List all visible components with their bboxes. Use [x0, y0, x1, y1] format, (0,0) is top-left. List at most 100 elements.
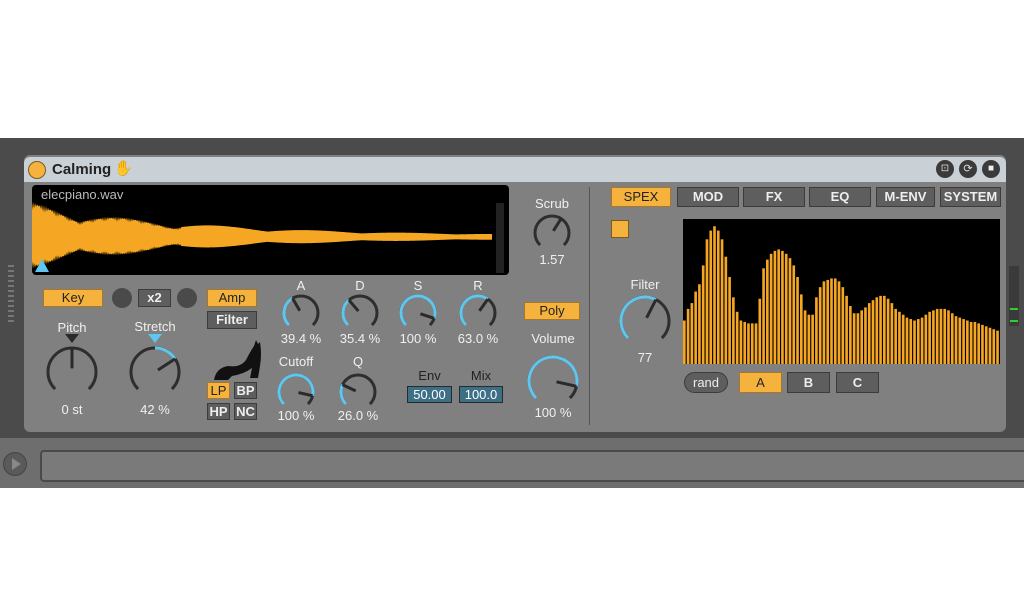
hand-icon: ✋ — [114, 160, 133, 177]
device-title: Calming — [52, 161, 112, 178]
s-indicator — [419, 312, 435, 320]
env-label: Env — [418, 368, 441, 383]
stretch-label: Stretch — [134, 319, 176, 334]
filter-value: 77 — [637, 350, 653, 365]
map-icon[interactable]: ⊡ — [936, 160, 954, 178]
r-indicator — [478, 298, 490, 312]
spectrum-bar — [705, 239, 709, 364]
spectrum-bar — [898, 311, 901, 364]
spectrum-bar — [796, 277, 799, 364]
spex-enable-toggle[interactable] — [611, 220, 629, 238]
spectrum-bar — [799, 294, 803, 364]
rack-grip[interactable] — [8, 265, 14, 323]
level-meter — [1009, 266, 1019, 326]
spectrum-bar — [890, 303, 894, 364]
spectrum-bar — [943, 308, 947, 364]
hot-swap-icon[interactable]: ⟳ — [959, 160, 977, 178]
spectrum-bar — [860, 310, 864, 364]
preset-c-button[interactable]: C — [836, 372, 879, 393]
key-button[interactable]: Key — [43, 289, 103, 307]
spectrum-bar — [984, 326, 988, 364]
toggle-left[interactable] — [112, 288, 132, 308]
hp-button[interactable]: HP — [207, 403, 230, 420]
amp-button[interactable]: Amp — [207, 289, 257, 307]
clip-bar[interactable] — [40, 450, 1024, 482]
scrub-label: Scrub — [535, 196, 569, 211]
cutoff-indicator — [298, 391, 313, 398]
spectrum-bar — [935, 308, 939, 364]
spectrum-bar — [928, 311, 931, 364]
playhead-marker-icon[interactable] — [35, 259, 49, 272]
x2-button[interactable]: x2 — [138, 289, 171, 307]
spectrum-bar — [909, 319, 913, 364]
play-button[interactable] — [3, 452, 27, 476]
cutoff-knob[interactable] — [275, 371, 317, 413]
stretch-marker-icon — [148, 334, 162, 343]
spectrum-bar — [758, 298, 762, 364]
s-knob[interactable] — [397, 292, 439, 334]
tab-mod[interactable]: MOD — [677, 187, 739, 207]
q-knob[interactable] — [337, 371, 379, 413]
spectrum-bar — [735, 311, 739, 364]
d-knob[interactable] — [339, 292, 381, 334]
filter-label: Filter — [630, 277, 660, 292]
mix-field[interactable]: 100.0 — [459, 386, 503, 403]
spectrum-bar — [845, 295, 848, 364]
spectrum-bar — [962, 319, 965, 364]
pitch-knob[interactable] — [44, 344, 100, 400]
spectrum-bar — [747, 323, 750, 364]
spectrum-bar — [988, 327, 992, 364]
spectrum-bar — [686, 308, 690, 364]
spectrum-bar — [879, 295, 882, 364]
toggle-right[interactable] — [177, 288, 197, 308]
spectrum-display[interactable] — [683, 219, 1000, 364]
waveform-display[interactable]: elecpiano.wav — [32, 185, 509, 275]
poly-button[interactable]: Poly — [524, 302, 580, 320]
section-divider — [589, 187, 590, 425]
save-preset-icon[interactable]: ■ — [982, 160, 1000, 178]
spectrum-bar — [894, 308, 897, 364]
scrub-knob[interactable] — [531, 212, 573, 254]
preset-b-button[interactable]: B — [787, 372, 830, 393]
spectrum-bar — [826, 279, 830, 364]
spectrum-bar — [864, 307, 867, 364]
spectrum-bar — [913, 320, 916, 364]
waveform-scrollbar[interactable] — [496, 203, 504, 273]
tab-system[interactable]: SYSTEM — [940, 187, 1001, 207]
filter-button[interactable]: Filter — [207, 311, 257, 329]
stretch-knob[interactable] — [127, 344, 183, 400]
scrub-indicator — [552, 217, 563, 232]
rand-button[interactable]: rand — [684, 372, 728, 393]
lp-button[interactable]: LP — [207, 382, 230, 399]
tab-fx[interactable]: FX — [743, 187, 805, 207]
spectrum-bar — [981, 324, 984, 364]
spectrum-bar — [739, 320, 743, 364]
filter-knob[interactable] — [617, 293, 673, 349]
volume-label: Volume — [531, 331, 575, 346]
spectrum-bar — [837, 281, 841, 364]
spectrum-bar — [954, 316, 958, 364]
spectrum-bar — [856, 313, 860, 364]
preset-a-button[interactable]: A — [739, 372, 782, 393]
tab-m-env[interactable]: M-ENV — [876, 187, 935, 207]
spectrum-bar — [720, 239, 724, 364]
bp-button[interactable]: BP — [234, 382, 257, 399]
waveform-shape — [32, 201, 492, 269]
tab-spex[interactable]: SPEX — [611, 187, 671, 207]
tab-eq[interactable]: EQ — [809, 187, 871, 207]
spectrum-bar — [701, 265, 705, 364]
spectrum-bar — [818, 287, 822, 364]
spectrum-bar — [883, 295, 886, 364]
nc-button[interactable]: NC — [234, 403, 257, 420]
spectrum-bar — [822, 281, 826, 364]
r-knob[interactable] — [457, 292, 499, 334]
env-field[interactable]: 50.00 — [407, 386, 452, 403]
spectrum-bar — [762, 268, 765, 364]
spectrum-bar — [766, 259, 769, 364]
volume-knob[interactable] — [525, 353, 581, 409]
a-knob[interactable] — [280, 292, 322, 334]
device-on-toggle[interactable] — [28, 161, 46, 179]
spectrum-bar — [841, 287, 845, 364]
spectrum-bar — [947, 310, 950, 364]
spectrum-bar — [716, 230, 720, 364]
